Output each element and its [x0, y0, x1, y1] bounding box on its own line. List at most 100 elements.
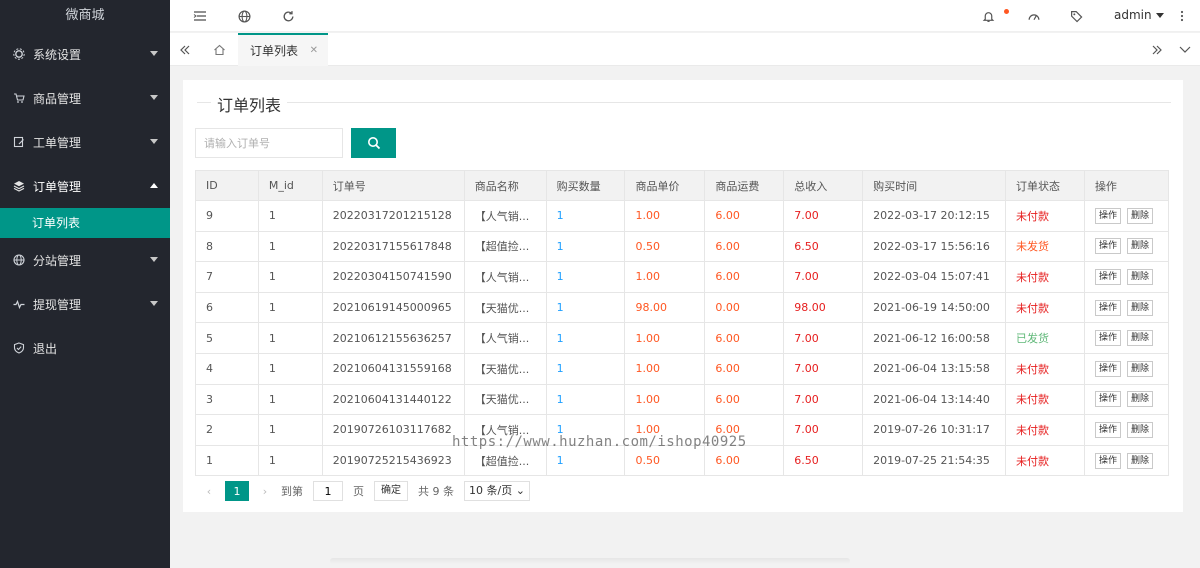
operate-button[interactable]: 操作: [1094, 360, 1121, 377]
operate-button[interactable]: 操作: [1094, 391, 1121, 408]
cell-quantity: 1: [545, 261, 626, 293]
delete-button[interactable]: 删除: [1126, 421, 1153, 438]
cell-product-name: 【天猫优...: [463, 383, 547, 416]
bottom-shadow: [330, 558, 850, 564]
column-header[interactable]: 总收入: [783, 170, 864, 201]
operate-button[interactable]: 操作: [1094, 268, 1121, 285]
cell-shipping: 6.00: [704, 230, 785, 263]
sidebar-item-label: 工单管理: [33, 135, 82, 150]
close-icon[interactable]: ✕: [310, 45, 318, 56]
cell-total: 6.50: [783, 444, 864, 477]
column-header[interactable]: 操作: [1083, 170, 1170, 201]
delete-button[interactable]: 删除: [1126, 238, 1153, 255]
tab-scroll-left-icon[interactable]: [170, 33, 200, 66]
bell-icon[interactable]: [980, 8, 996, 24]
user-menu[interactable]: admin: [1114, 8, 1164, 22]
delete-button[interactable]: 删除: [1126, 391, 1153, 408]
refresh-icon[interactable]: [280, 8, 296, 24]
delete-button[interactable]: 删除: [1126, 330, 1153, 347]
search-button[interactable]: [351, 128, 396, 158]
delete-button[interactable]: 删除: [1126, 207, 1153, 224]
cell-purchase-time: 2019-07-25 21:54:35: [862, 444, 1007, 477]
next-page-icon[interactable]: ›: [259, 485, 271, 498]
column-header[interactable]: 购买数量: [545, 170, 626, 201]
tag-icon[interactable]: [1068, 8, 1084, 24]
notification-dot: [1004, 9, 1009, 14]
cell-unit-price: 98.00: [624, 291, 706, 324]
goto-page-input[interactable]: [313, 481, 343, 501]
delete-button[interactable]: 删除: [1126, 360, 1153, 377]
cell-purchase-time: 2022-03-04 15:07:41: [862, 261, 1007, 293]
column-header[interactable]: 商品运费: [704, 170, 785, 201]
column-header[interactable]: ID: [195, 170, 259, 201]
cell-purchase-time: 2022-03-17 15:56:16: [862, 230, 1007, 263]
tab-scroll-right-icon[interactable]: [1142, 33, 1172, 66]
cell-quantity: 1: [545, 200, 626, 232]
tab-label: 订单列表: [250, 44, 299, 58]
column-header[interactable]: 商品单价: [624, 170, 706, 201]
column-header[interactable]: 商品名称: [463, 170, 547, 201]
column-header[interactable]: 订单号: [321, 170, 465, 201]
cell-product-name: 【人气销...: [463, 200, 547, 232]
cell-status: 未付款: [1005, 261, 1085, 293]
sidebar-item-system-settings[interactable]: 系统设置: [0, 32, 170, 76]
operate-button[interactable]: 操作: [1094, 421, 1121, 438]
cell-purchase-time: 2019-07-26 10:31:17: [862, 414, 1007, 446]
edit-icon: [12, 135, 26, 149]
cell-order-number: 20220304150741590: [321, 261, 465, 293]
cell-id: 1: [195, 444, 259, 477]
cell-status: 未发货: [1005, 230, 1085, 263]
table-row: 3 1 20210604131440122 【天猫优... 1 1.00 6.00 7.00 2…: [195, 383, 1170, 416]
confirm-button[interactable]: 确定: [374, 481, 408, 501]
column-header[interactable]: 购买时间: [862, 170, 1007, 201]
column-header[interactable]: M_id: [257, 170, 323, 201]
cell-status: 已发货: [1005, 322, 1085, 354]
cell-id: 3: [195, 383, 259, 416]
chevron-down-icon[interactable]: [1170, 33, 1200, 66]
more-vertical-icon[interactable]: [1174, 8, 1190, 24]
page-size-select[interactable]: 10 条/页 ⌄: [464, 481, 530, 501]
cell-actions: 操作 删除: [1083, 444, 1170, 477]
menu-toggle-icon[interactable]: [192, 8, 208, 24]
cell-quantity: 1: [545, 291, 626, 324]
cell-mid: 1: [257, 230, 323, 263]
sidebar-item-orders[interactable]: 订单管理: [0, 164, 170, 208]
operate-button[interactable]: 操作: [1094, 238, 1121, 255]
tab-order-list[interactable]: 订单列表 ✕: [238, 33, 328, 66]
delete-button[interactable]: 删除: [1126, 268, 1153, 285]
cell-unit-price: 1.00: [624, 352, 706, 385]
sidebar-item-withdrawals[interactable]: 提现管理: [0, 282, 170, 326]
watermark-text: https://www.huzhan.com/ishop40925: [452, 434, 747, 450]
cell-shipping: 6.00: [704, 200, 785, 232]
home-icon[interactable]: [204, 33, 234, 66]
cell-product-name: 【天猫优...: [463, 291, 547, 324]
delete-button[interactable]: 删除: [1126, 299, 1153, 316]
app-logo[interactable]: 微商城: [0, 0, 170, 32]
order-number-search-input[interactable]: [195, 128, 343, 158]
operate-button[interactable]: 操作: [1094, 330, 1121, 347]
cell-status: 未付款: [1005, 352, 1085, 385]
cell-mid: 1: [257, 414, 323, 446]
sidebar-item-tickets[interactable]: 工单管理: [0, 120, 170, 164]
dashboard-icon[interactable]: [1026, 8, 1042, 24]
sidebar-item-logout[interactable]: 退出: [0, 326, 170, 370]
chevron-down-icon: [150, 139, 158, 144]
cell-total: 7.00: [783, 414, 864, 446]
operate-button[interactable]: 操作: [1094, 207, 1121, 224]
sidebar-item-substations[interactable]: 分站管理: [0, 238, 170, 282]
cell-id: 4: [195, 352, 259, 385]
cell-unit-price: 1.00: [624, 200, 706, 232]
sidebar: 微商城 系统设置 商品管理 工单管理 订单管理 订单列表 分站管理 提现管理 退…: [0, 0, 170, 568]
column-header[interactable]: 订单状态: [1005, 170, 1085, 201]
operate-button[interactable]: 操作: [1094, 452, 1121, 469]
cell-quantity: 1: [545, 383, 626, 416]
delete-button[interactable]: 删除: [1126, 452, 1153, 469]
current-page[interactable]: 1: [225, 481, 249, 501]
prev-page-icon[interactable]: ‹: [203, 485, 215, 498]
globe-icon[interactable]: [236, 8, 252, 24]
search-icon: [367, 137, 380, 150]
sidebar-item-products[interactable]: 商品管理: [0, 76, 170, 120]
sidebar-subitem-order-list[interactable]: 订单列表: [0, 208, 170, 238]
operate-button[interactable]: 操作: [1094, 299, 1121, 316]
cell-total: 7.00: [783, 352, 864, 385]
